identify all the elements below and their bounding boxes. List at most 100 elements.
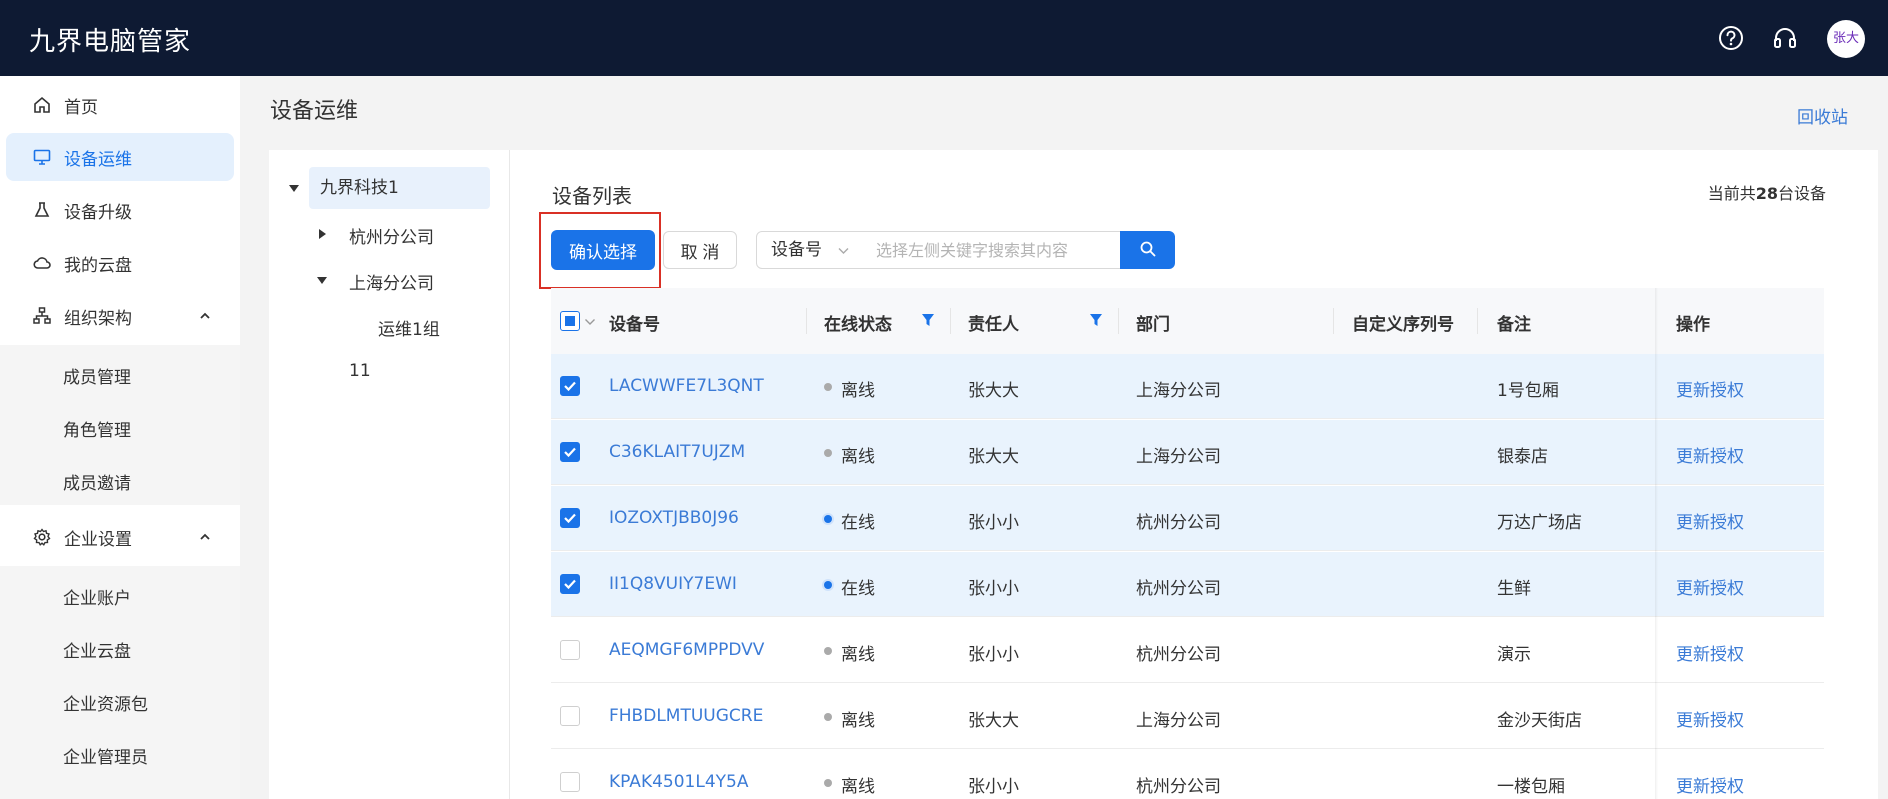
status-text: 离线 xyxy=(841,645,875,665)
tree-divider xyxy=(509,150,510,799)
table-row[interactable]: IOZOXTJBB0J96 在线 张小小 杭州分公司 万达广场店 更新授权 xyxy=(551,486,1824,551)
top-bar: 九界电脑管家 张大 xyxy=(0,0,1888,76)
table-row[interactable]: LACWWFE7L3QNT 离线 张大大 上海分公司 1号包厢 更新授权 xyxy=(551,354,1824,419)
chevron-down-icon[interactable] xyxy=(584,317,596,327)
update-license-link[interactable]: 更新授权 xyxy=(1676,442,1744,467)
sidebar-item-role-mgmt[interactable]: 角色管理 xyxy=(63,416,131,441)
search-icon xyxy=(1140,241,1155,256)
owner-cell: 张大大 xyxy=(968,447,1019,467)
home-icon xyxy=(34,96,50,113)
select-all-checkbox[interactable] xyxy=(560,311,580,331)
status-dot xyxy=(824,515,832,523)
update-license-link[interactable]: 更新授权 xyxy=(1676,508,1744,533)
tree-node-hangzhou[interactable]: 杭州分公司 xyxy=(349,223,434,248)
chevron-down-icon xyxy=(838,248,849,254)
device-id-link[interactable]: AEQMGF6MPPDVV xyxy=(609,640,764,660)
sidebar-item-enterprise-cloud[interactable]: 企业云盘 xyxy=(63,637,131,662)
monitor-icon xyxy=(33,149,51,165)
row-checkbox[interactable] xyxy=(560,508,580,528)
sidebar-item-device-ops[interactable]: 设备运维 xyxy=(6,133,234,181)
row-checkbox[interactable] xyxy=(560,376,580,396)
update-license-link[interactable]: 更新授权 xyxy=(1676,574,1744,599)
fixed-column-shadow xyxy=(1655,288,1658,799)
column-separator xyxy=(806,308,807,334)
sidebar-item-my-cloud[interactable]: 我的云盘 xyxy=(6,239,234,287)
table-row[interactable]: AEQMGF6MPPDVV 离线 张小小 杭州分公司 演示 更新授权 xyxy=(551,618,1824,683)
table-row[interactable]: KPAK4501L4Y5A 离线 张小小 杭州分公司 一楼包厢 更新授权 xyxy=(551,750,1824,799)
confirm-selection-button[interactable]: 确认选择 xyxy=(551,230,655,270)
row-checkbox[interactable] xyxy=(560,574,580,594)
row-checkbox[interactable] xyxy=(560,640,580,660)
update-license-link[interactable]: 更新授权 xyxy=(1676,640,1744,665)
update-license-link[interactable]: 更新授权 xyxy=(1676,772,1744,797)
table-row[interactable]: II1Q8VUIY7EWI 在线 张小小 杭州分公司 生鲜 更新授权 xyxy=(551,552,1824,617)
update-license-link[interactable]: 更新授权 xyxy=(1676,376,1744,401)
search-button[interactable] xyxy=(1120,231,1175,269)
filter-icon[interactable] xyxy=(921,312,935,328)
sidebar-item-member-mgmt[interactable]: 成员管理 xyxy=(63,363,131,388)
sidebar-item-member-invite[interactable]: 成员邀请 xyxy=(63,469,131,494)
status-dot xyxy=(824,449,832,457)
table-row[interactable]: FHBDLMTUUGCRE 离线 张大大 上海分公司 金沙天街店 更新授权 xyxy=(551,684,1824,749)
column-separator xyxy=(1118,308,1119,334)
device-id-link[interactable]: II1Q8VUIY7EWI xyxy=(609,574,737,594)
table-row[interactable]: C36KLAIT7UJZM 离线 张大大 上海分公司 银泰店 更新授权 xyxy=(551,420,1824,485)
app-title: 九界电脑管家 xyxy=(29,27,192,57)
note-cell: 1号包厢 xyxy=(1497,381,1559,401)
help-icon[interactable] xyxy=(1717,24,1745,52)
note-cell: 银泰店 xyxy=(1497,447,1548,467)
owner-cell: 张大大 xyxy=(968,711,1019,731)
dept-cell: 上海分公司 xyxy=(1136,447,1221,467)
dept-cell: 杭州分公司 xyxy=(1136,645,1221,665)
recycle-bin-link[interactable]: 回收站 xyxy=(1797,103,1848,128)
cancel-button[interactable]: 取 消 xyxy=(663,231,737,269)
device-id-link[interactable]: IOZOXTJBB0J96 xyxy=(609,508,739,528)
caret-down-icon[interactable] xyxy=(289,185,299,192)
status-text: 在线 xyxy=(841,513,875,533)
sidebar-item-enterprise-admin[interactable]: 企业管理员 xyxy=(63,743,148,768)
note-cell: 一楼包厢 xyxy=(1497,777,1565,797)
list-title: 设备列表 xyxy=(552,184,632,208)
sidebar-item-device-upgrade[interactable]: 设备升级 xyxy=(6,186,234,234)
owner-cell: 张小小 xyxy=(968,579,1019,599)
avatar[interactable]: 张大 xyxy=(1827,20,1865,58)
sidebar-item-enterprise-account[interactable]: 企业账户 xyxy=(63,584,131,609)
note-cell: 金沙天街店 xyxy=(1497,711,1582,731)
filter-icon[interactable] xyxy=(1089,312,1103,328)
device-id-link[interactable]: C36KLAIT7UJZM xyxy=(609,442,745,462)
tree-node-11[interactable]: 11 xyxy=(349,361,371,381)
column-header-action: 操作 xyxy=(1676,315,1710,335)
enterprise-submenu: 企业账户 企业云盘 企业资源包 企业管理员 xyxy=(0,566,240,799)
headset-icon[interactable] xyxy=(1771,24,1799,52)
sidebar-item-label: 设备运维 xyxy=(64,149,132,170)
row-checkbox[interactable] xyxy=(560,706,580,726)
device-id-link[interactable]: KPAK4501L4Y5A xyxy=(609,772,748,792)
tree-node-root[interactable]: 九界科技1 xyxy=(309,167,490,209)
update-license-link[interactable]: 更新授权 xyxy=(1676,706,1744,731)
device-id-link[interactable]: FHBDLMTUUGCRE xyxy=(609,706,763,726)
org-tree-icon xyxy=(33,307,51,324)
chevron-up-icon xyxy=(200,312,210,319)
status-text: 离线 xyxy=(841,447,875,467)
tree-node-ops-group[interactable]: 运维1组 xyxy=(378,315,440,340)
caret-down-icon[interactable] xyxy=(317,277,327,284)
sidebar-item-enterprise-settings[interactable]: 企业设置 xyxy=(6,513,234,561)
row-checkbox[interactable] xyxy=(560,772,580,792)
sidebar-item-org[interactable]: 组织架构 xyxy=(6,292,234,340)
sidebar-item-enterprise-resources[interactable]: 企业资源包 xyxy=(63,690,148,715)
row-checkbox[interactable] xyxy=(560,442,580,462)
sidebar-item-label: 组织架构 xyxy=(64,308,132,329)
search-field-select[interactable]: 设备号 xyxy=(756,231,863,269)
caret-right-icon[interactable] xyxy=(319,229,326,239)
column-header-owner: 责任人 xyxy=(968,315,1019,335)
device-id-link[interactable]: LACWWFE7L3QNT xyxy=(609,376,764,396)
tree-node-shanghai[interactable]: 上海分公司 xyxy=(349,269,434,294)
note-cell: 生鲜 xyxy=(1497,579,1531,599)
search-input[interactable] xyxy=(862,231,1121,269)
owner-cell: 张小小 xyxy=(968,645,1019,665)
dept-cell: 杭州分公司 xyxy=(1136,777,1221,797)
column-separator xyxy=(1333,308,1334,334)
status-text: 离线 xyxy=(841,777,875,797)
sidebar-item-home[interactable]: 首页 xyxy=(6,81,234,129)
org-submenu: 成员管理 角色管理 成员邀请 xyxy=(0,345,240,505)
